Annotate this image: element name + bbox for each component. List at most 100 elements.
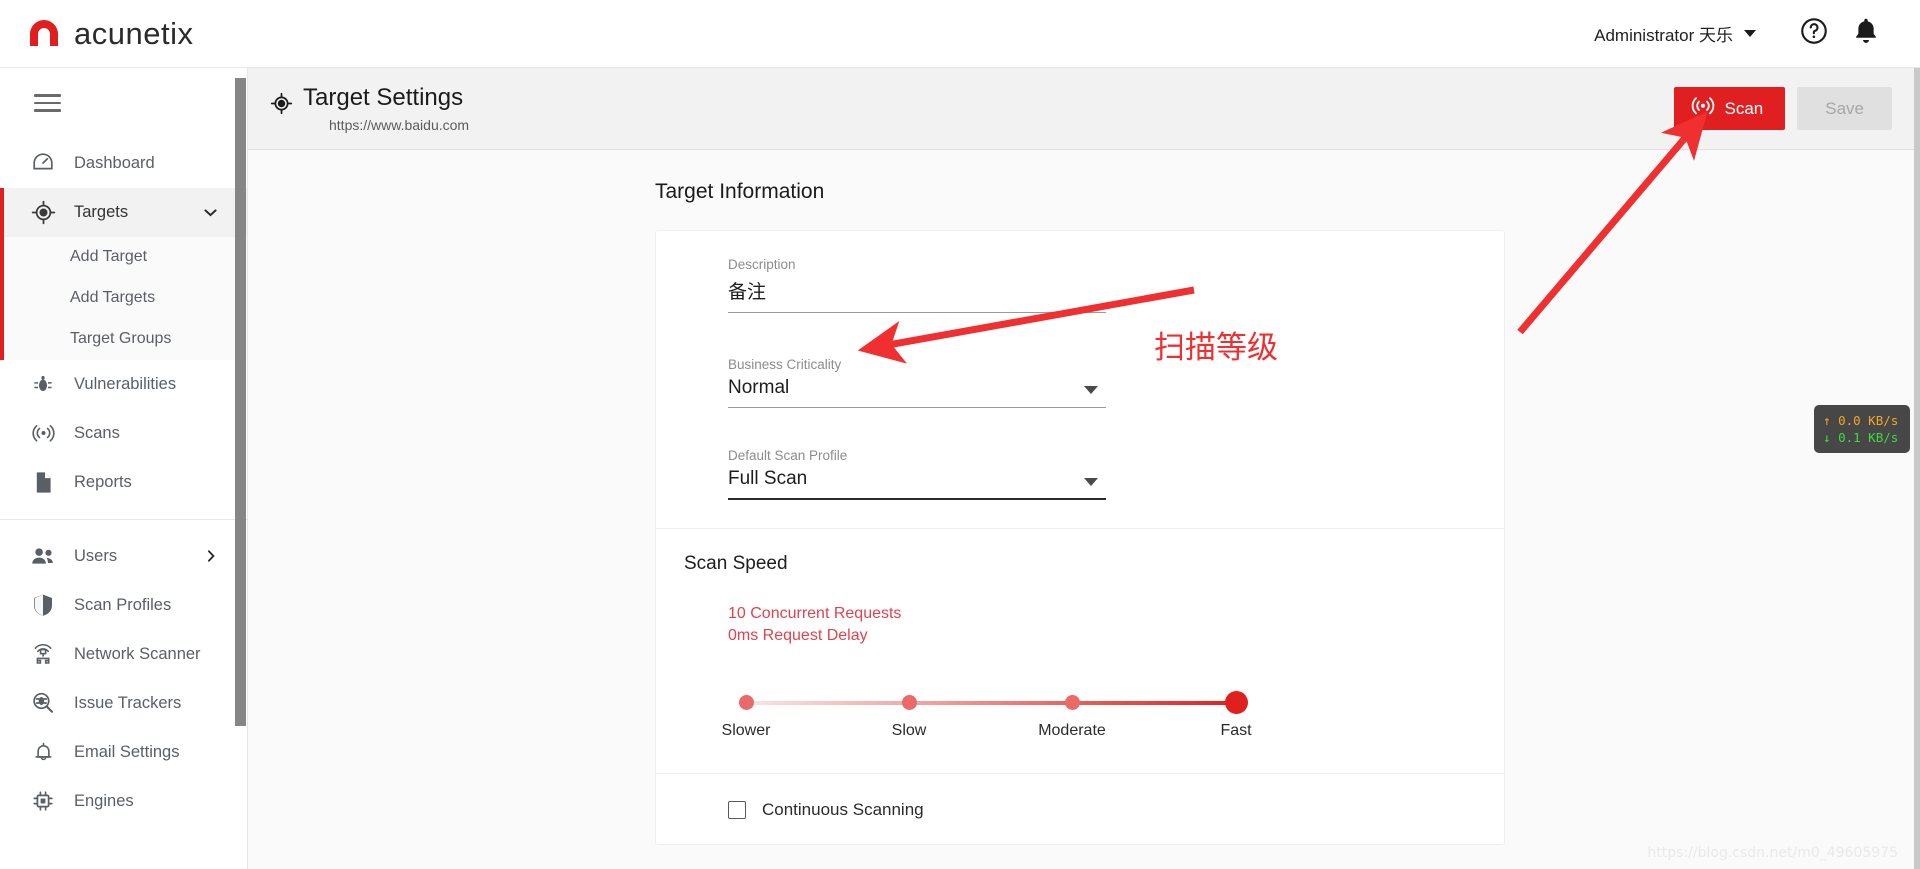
network-scanner-icon: [28, 642, 58, 666]
upload-speed-row: ↑ 0.0 KB/s: [1823, 412, 1901, 429]
bell-icon: [1853, 17, 1879, 50]
window-scrollbar[interactable]: [1914, 68, 1920, 869]
page-subtitle-url: https://www.baidu.com: [329, 117, 470, 133]
continuous-scanning-row[interactable]: Continuous Scanning: [656, 774, 1504, 844]
sidebar-item-label: Vulnerabilities: [74, 374, 177, 393]
sidebar-item-label: Engines: [74, 791, 134, 810]
upload-speed-value: 0.0 KB/s: [1838, 413, 1899, 428]
chevron-right-icon: [203, 548, 219, 564]
dashboard-gauge-icon: [28, 151, 58, 175]
scan-speed-block: Scan Speed 10 Concurrent Requests 0ms Re…: [656, 529, 1504, 773]
issue-search-icon: [28, 691, 58, 715]
description-input[interactable]: 备注: [728, 277, 1106, 313]
business-criticality-field[interactable]: Business Criticality Normal: [728, 357, 1106, 408]
sidebar-item-scans[interactable]: Scans: [0, 409, 247, 458]
request-delay-value: 0ms Request Delay: [728, 627, 868, 644]
brand-logo[interactable]: acunetix: [25, 15, 193, 53]
radar-scan-icon: [28, 422, 58, 445]
sidebar-scrollbar[interactable]: [235, 78, 246, 726]
page-header-actions: Scan Save: [1673, 87, 1892, 130]
slider-label-slower: Slower: [721, 722, 771, 739]
sidebar-item-issue-trackers[interactable]: Issue Trackers: [0, 679, 247, 728]
sidebar-item-add-targets[interactable]: Add Targets: [0, 278, 247, 319]
slider-label-fast: Fast: [1220, 722, 1252, 739]
sidebar-item-label: Scans: [74, 423, 120, 442]
sidebar-item-reports[interactable]: Reports: [0, 458, 247, 507]
help-button[interactable]: [1788, 8, 1840, 60]
continuous-scanning-checkbox[interactable]: [728, 801, 746, 819]
scan-button[interactable]: Scan: [1673, 87, 1786, 130]
chevron-down-icon: [1744, 30, 1756, 37]
watermark: https://blog.csdn.net/m0_49605975: [1647, 845, 1898, 861]
acunetix-logo-icon: [25, 15, 63, 53]
submenu-label: Add Targets: [70, 289, 156, 307]
scan-speed-slider[interactable]: Slower Slow Moderate Fast: [722, 689, 1288, 751]
network-speed-widget: ↑ 0.0 KB/s ↓ 0.1 KB/s: [1814, 405, 1910, 453]
sidebar-item-users[interactable]: Users: [0, 532, 247, 581]
description-field[interactable]: Description 备注: [728, 257, 1106, 313]
chip-engine-icon: [28, 789, 58, 813]
save-button[interactable]: Save: [1797, 87, 1892, 130]
chevron-down-icon: [202, 204, 219, 221]
chevron-down-icon: [1084, 386, 1098, 394]
slider-stop-slower[interactable]: [739, 695, 754, 710]
sidebar-item-dashboard[interactable]: Dashboard: [0, 139, 247, 188]
default-scan-profile-label: Default Scan Profile: [728, 448, 848, 463]
chevron-down-icon: [1084, 478, 1098, 486]
arrow-up-icon: ↑: [1823, 413, 1831, 428]
concurrent-requests-value: 10 Concurrent Requests: [728, 605, 902, 622]
top-bar-actions: Administrator 天乐: [1590, 8, 1892, 60]
save-button-label: Save: [1825, 98, 1864, 118]
targets-submenu: Add Target Add Targets Target Groups: [0, 236, 247, 360]
page-header: Target Settings https://www.baidu.com Sc…: [248, 68, 1920, 150]
sidebar-item-label: Dashboard: [74, 153, 155, 172]
slider-label-moderate: Moderate: [1038, 722, 1106, 739]
default-scan-profile-select[interactable]: Full Scan: [728, 468, 1106, 500]
sidebar-item-target-groups[interactable]: Target Groups: [0, 319, 247, 360]
radar-scan-icon: [1691, 94, 1715, 123]
scan-button-label: Scan: [1724, 98, 1764, 118]
business-criticality-select[interactable]: Normal: [728, 377, 1106, 408]
default-scan-profile-field[interactable]: Default Scan Profile Full Scan: [728, 448, 1106, 500]
users-icon: [28, 545, 58, 568]
page-title: Target Settings: [303, 84, 464, 111]
arrow-down-icon: ↓: [1823, 430, 1831, 445]
target-crosshair-icon: [28, 200, 58, 225]
sidebar-item-label: Reports: [74, 472, 132, 491]
top-bar: acunetix Administrator 天乐: [0, 0, 1920, 68]
sidebar-item-label: Scan Profiles: [74, 595, 172, 614]
bell-outline-icon: [28, 740, 58, 764]
scan-speed-title: Scan Speed: [684, 553, 788, 574]
user-menu[interactable]: Administrator 天乐: [1590, 15, 1760, 52]
sidebar-item-label: Targets: [74, 202, 129, 221]
slider-track: [738, 701, 1240, 705]
page-title-block: Target Settings https://www.baidu.com: [270, 84, 469, 133]
sidebar-item-email-settings[interactable]: Email Settings: [0, 728, 247, 777]
sidebar-item-targets[interactable]: Targets: [0, 187, 247, 237]
document-icon: [28, 471, 58, 494]
annotation-label: 扫描等级: [1154, 330, 1278, 366]
hamburger-menu-icon[interactable]: [0, 68, 247, 139]
main-content: Target Information Description 备注 Busine…: [248, 150, 1920, 869]
section-title-target-information: Target Information: [655, 180, 825, 203]
application-root: acunetix Administrator 天乐 Dashboard Targ…: [0, 0, 1920, 869]
sidebar-item-scan-profiles[interactable]: Scan Profiles: [0, 581, 247, 630]
sidebar-item-label: Network Scanner: [74, 644, 201, 663]
slider-stop-moderate[interactable]: [1065, 695, 1080, 710]
sidebar-item-vulnerabilities[interactable]: Vulnerabilities: [0, 360, 247, 409]
slider-stop-slow[interactable]: [902, 695, 917, 710]
sidebar-item-add-target[interactable]: Add Target: [0, 237, 247, 278]
sidebar-item-label: Issue Trackers: [74, 693, 182, 712]
bug-icon: [28, 373, 58, 395]
sidebar-item-label: Email Settings: [74, 742, 180, 761]
sidebar-item-network-scanner[interactable]: Network Scanner: [0, 630, 247, 679]
sidebar-item-engines[interactable]: Engines: [0, 777, 247, 826]
sidebar: Dashboard Targets Add Target Add Targets…: [0, 68, 248, 869]
continuous-scanning-label: Continuous Scanning: [762, 800, 924, 819]
slider-stop-fast[interactable]: [1225, 691, 1248, 714]
notifications-button[interactable]: [1840, 8, 1892, 60]
brand-name: acunetix: [74, 15, 194, 51]
slider-label-slow: Slow: [891, 722, 927, 739]
download-speed-row: ↓ 0.1 KB/s: [1823, 429, 1901, 446]
shield-icon: [28, 593, 58, 617]
